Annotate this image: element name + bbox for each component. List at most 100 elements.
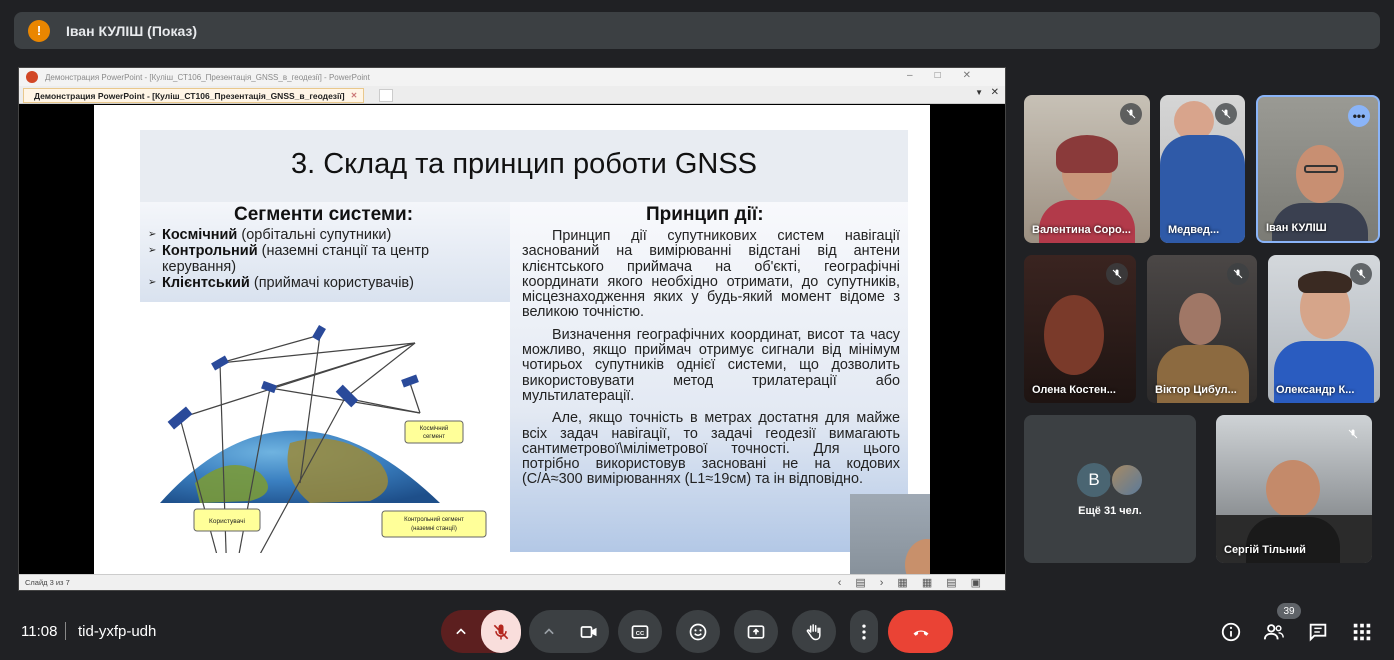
raise-hand-button[interactable] — [792, 610, 836, 653]
participant-count-badge: 39 — [1277, 603, 1301, 619]
participant-body — [1246, 517, 1340, 563]
raise-hand-icon — [806, 623, 821, 640]
mic-off-icon[interactable] — [481, 610, 521, 653]
mic-off-icon — [1350, 263, 1372, 285]
participant-face — [1296, 145, 1344, 203]
mic-off-icon — [1342, 423, 1364, 445]
others-tile[interactable]: B Ещё 31 чел. — [1024, 415, 1196, 563]
participant-name: Олена Костен... — [1032, 384, 1116, 396]
camera-icon[interactable] — [569, 610, 609, 653]
end-call-button[interactable] — [888, 610, 953, 653]
avatar — [1110, 463, 1144, 497]
window-controls: –□✕ — [907, 70, 993, 81]
segments-list: Космічний (орбітальні супутники) Контрол… — [148, 227, 478, 291]
bullet-text: (приймачі користувачів) — [249, 275, 414, 291]
participant-name: Медвед... — [1168, 224, 1220, 236]
slide-counter: Слайд 3 из 7 — [25, 578, 70, 587]
control-segment-label: Контрольний сегмент — [404, 516, 464, 523]
others-count: Ещё 31 чел. — [1078, 505, 1142, 517]
participant-tile[interactable]: ••• Іван КУЛІШ — [1256, 95, 1380, 243]
presenter-face — [905, 539, 930, 575]
ppt-tab-bar: Демонстрация PowerPoint - [Куліш_СТ106_П… — [19, 86, 1005, 104]
paragraph: Принцип дії супутникових систем навігаці… — [522, 228, 900, 321]
control-segment-label: (наземні станції) — [411, 526, 457, 532]
ppt-tab[interactable]: Демонстрация PowerPoint - [Куліш_СТ106_П… — [23, 88, 365, 103]
mic-control-group — [441, 610, 521, 653]
present-button[interactable] — [734, 610, 778, 653]
activities-icon[interactable] — [1351, 621, 1373, 643]
status-icons[interactable]: ‹▤›▦▦▤▣ — [838, 576, 995, 589]
meet-window: ! Іван КУЛІШ (Показ) Демонстрация PowerP… — [0, 0, 1394, 660]
participant-face — [1266, 460, 1320, 518]
participant-tile[interactable]: Віктор Цибул... — [1147, 255, 1257, 403]
bullet-bold: Клієнтський — [162, 275, 250, 291]
tab-close-icon[interactable]: ✕ — [351, 91, 358, 100]
participant-tile[interactable]: Валентина Соро... — [1024, 95, 1150, 243]
mic-off-icon — [1106, 263, 1128, 285]
list-item: Космічний (орбітальні супутники) — [148, 227, 478, 243]
participant-name: Іван КУЛІШ — [1266, 222, 1327, 234]
mic-off-icon — [1120, 103, 1142, 125]
participant-name: Віктор Цибул... — [1155, 384, 1237, 396]
segments-heading: Сегменти системи: — [234, 204, 414, 225]
svg-text:CC: CC — [636, 630, 645, 636]
new-tab-button[interactable] — [379, 89, 393, 102]
captions-button[interactable]: CC — [618, 610, 662, 653]
list-item: Контрольний (наземні станції та центр ке… — [148, 243, 478, 275]
control-segment-box — [381, 510, 487, 538]
space-segment-label: сегмент — [423, 434, 445, 440]
presenter-camera-overlay — [850, 494, 930, 575]
shared-screen: Демонстрация PowerPoint - [Куліш_СТ106_П… — [18, 67, 1006, 591]
participant-tile[interactable]: Олена Костен... — [1024, 255, 1136, 403]
users-label: Користувачі — [209, 517, 245, 525]
participant-face — [1179, 293, 1221, 345]
present-icon — [747, 624, 765, 639]
participant-tile[interactable]: Олександр К... — [1268, 255, 1380, 403]
paragraph: Але, якщо точність в метрах достатня для… — [522, 410, 900, 488]
emoji-icon — [689, 623, 707, 640]
slide: 3. Склад та принцип роботи GNSS Сегменти… — [94, 105, 930, 575]
ppt-status-bar: Слайд 3 из 7 ‹▤›▦▦▤▣ — [19, 574, 1005, 590]
mic-off-icon — [1215, 103, 1237, 125]
powerpoint-icon — [26, 71, 38, 83]
more-options-button[interactable] — [850, 610, 878, 653]
warning-icon[interactable]: ! — [28, 19, 50, 42]
participant-name: Олександр К... — [1276, 384, 1355, 396]
captions-icon: CC — [631, 624, 649, 639]
users-diagram: Користувачі — [193, 508, 261, 532]
participant-hair — [1056, 135, 1118, 173]
end-call-icon — [913, 630, 928, 636]
presenter-banner: ! Іван КУЛІШ (Показ) — [14, 12, 1380, 49]
slide-title: 3. Склад та принцип роботи GNSS — [290, 148, 758, 180]
emoji-button[interactable] — [676, 610, 720, 653]
principle-text: Принцип дії супутникових систем навігаці… — [522, 228, 900, 495]
info-icon[interactable] — [1220, 621, 1242, 643]
participant-body — [1039, 200, 1135, 243]
glasses-icon — [1304, 165, 1338, 173]
avatar: B — [1077, 463, 1111, 497]
expand-audio-icon[interactable] — [441, 610, 481, 653]
bullet-text: (орбітальні супутники) — [237, 227, 392, 243]
tab-dropdown-icon[interactable]: ▼ — [975, 88, 983, 97]
paragraph: Визначення географічних координат, висот… — [522, 326, 900, 404]
camera-control-group — [529, 610, 609, 653]
people-icon[interactable] — [1263, 621, 1285, 643]
more-options-icon — [862, 624, 866, 639]
participant-name: Валентина Соро... — [1032, 224, 1131, 236]
participant-tile[interactable]: Медвед... — [1160, 95, 1245, 243]
bullet-bold: Контрольний — [162, 243, 258, 259]
tab-label: Демонстрация PowerPoint - [Куліш_СТ106_П… — [34, 90, 345, 101]
mic-off-icon — [1227, 263, 1249, 285]
more-options-icon[interactable]: ••• — [1348, 105, 1370, 127]
satellites — [167, 324, 419, 430]
principle-heading: Принцип дії: — [646, 204, 764, 225]
expand-video-icon[interactable] — [529, 610, 569, 653]
window-title-text: Демонстрация PowerPoint - [Куліш_СТ106_П… — [45, 72, 370, 82]
chat-icon[interactable] — [1307, 621, 1329, 643]
participant-tile[interactable]: Сергій Тільний — [1216, 415, 1372, 563]
close-icon[interactable]: ✕ — [991, 87, 999, 98]
ppt-window-title: Демонстрация PowerPoint - [Куліш_СТ106_П… — [19, 68, 1005, 86]
meeting-code: tid-yxfp-udh — [78, 623, 157, 640]
participant-hair — [1298, 271, 1352, 293]
participant-face — [1044, 295, 1104, 375]
